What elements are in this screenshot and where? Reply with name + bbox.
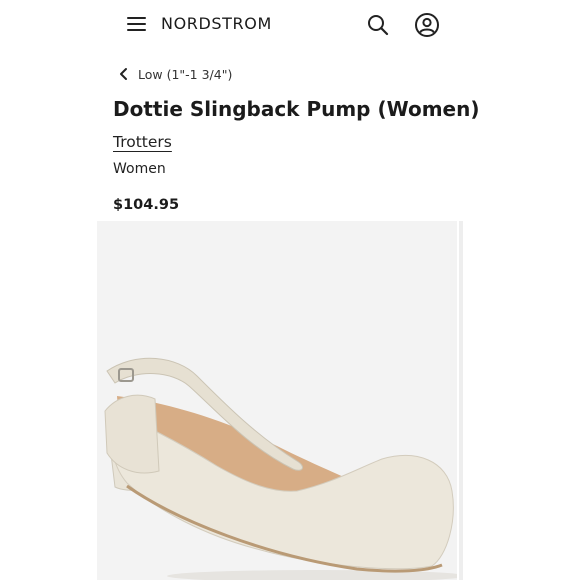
brand-logo[interactable]: NORDSTROM [161,14,272,33]
chevron-left-icon [120,68,127,80]
gallery-next-image-edge[interactable] [459,221,463,580]
product-image[interactable] [97,221,457,580]
breadcrumb-label: Low (1"-1 3/4") [138,66,233,82]
product-price: $104.95 [113,197,180,213]
breadcrumb-back-link[interactable]: Low (1"-1 3/4") [118,64,232,84]
product-category: Women [113,161,166,177]
account-icon[interactable] [414,12,440,38]
product-title: Dottie Slingback Pump (Women) [113,97,480,121]
top-navigation-bar: NORDSTROM [0,0,580,52]
shoe-image [97,221,457,580]
product-brand-link[interactable]: Trotters [113,133,172,151]
hamburger-menu-icon[interactable] [127,15,147,33]
search-icon[interactable] [366,13,390,37]
